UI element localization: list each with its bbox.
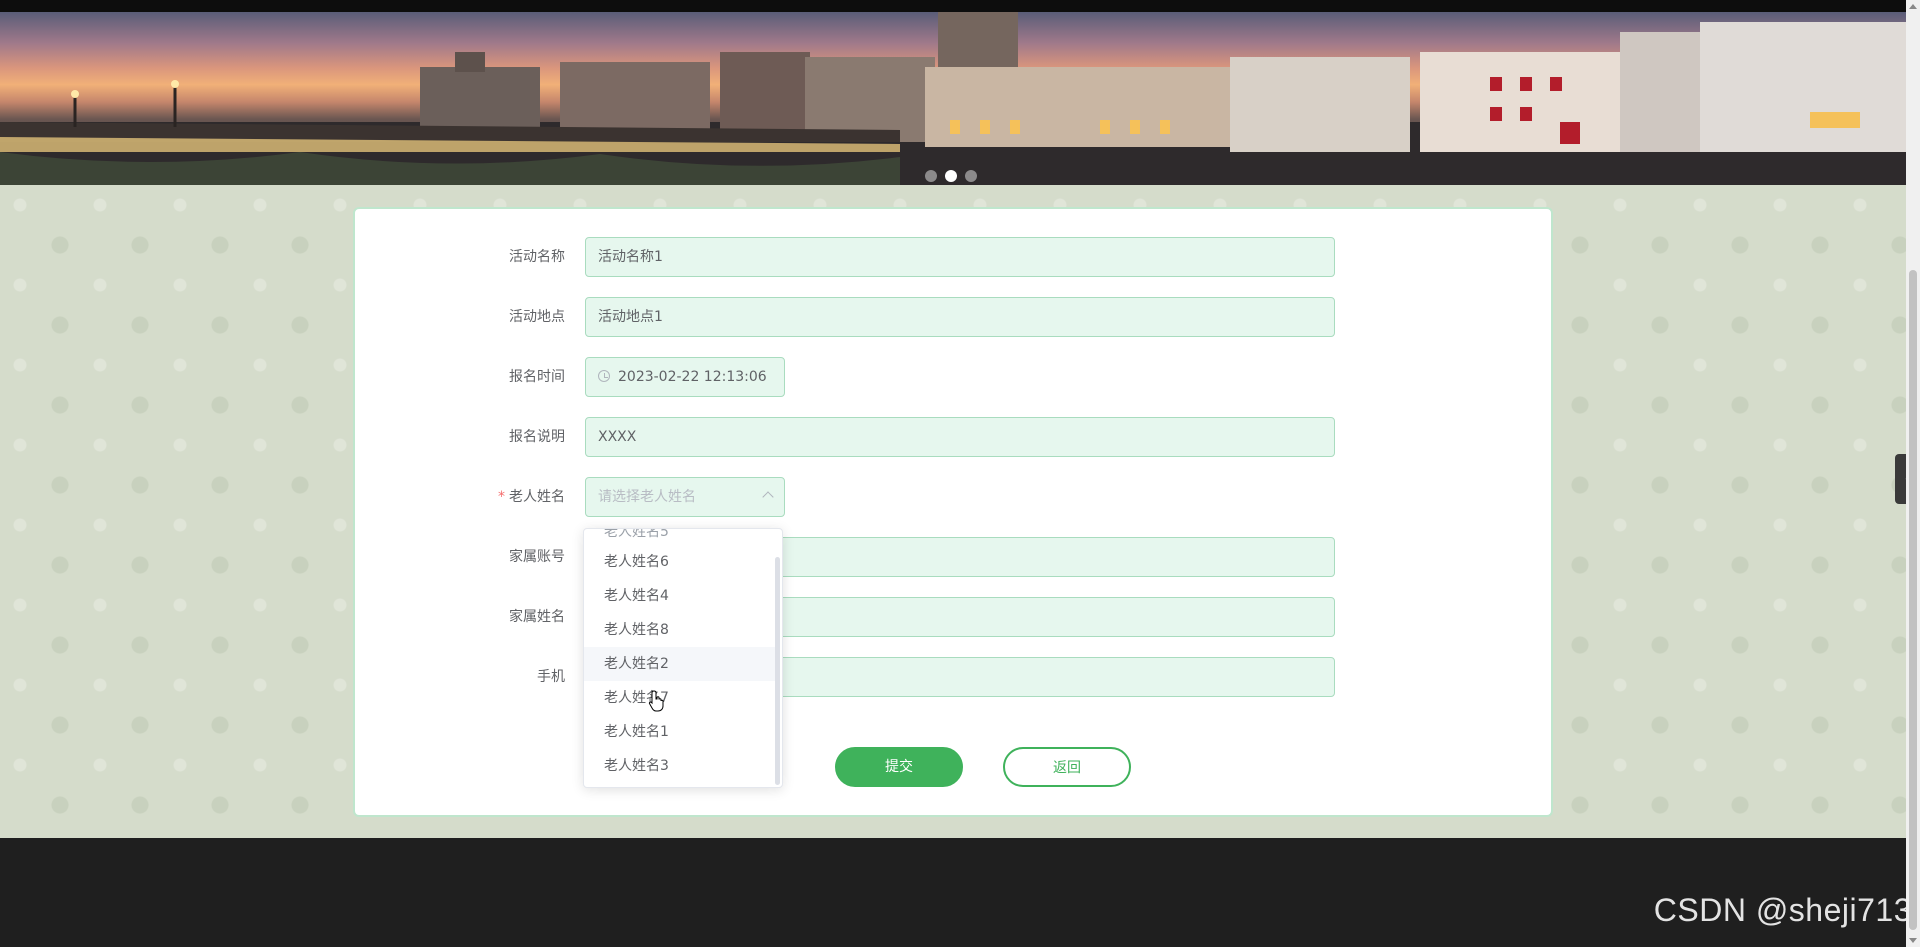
- dropdown-option[interactable]: 老人姓名6: [584, 545, 776, 579]
- signup-time-picker[interactable]: 2023-02-22 12:13:06: [585, 357, 785, 397]
- dropdown-option[interactable]: 老人姓名4: [584, 579, 776, 613]
- label-signup-time: 报名时间: [509, 369, 565, 385]
- back-button[interactable]: 返回: [1003, 747, 1131, 787]
- carousel-dot[interactable]: [965, 170, 977, 182]
- activity-location-input[interactable]: 活动地点1: [585, 297, 1335, 337]
- label-elder-name-text: 老人姓名: [509, 489, 565, 505]
- clock-icon: [598, 370, 610, 382]
- scroll-up-arrow-icon[interactable]: [1909, 4, 1917, 9]
- required-mark: *: [498, 489, 505, 505]
- scrollbar-thumb[interactable]: [1909, 270, 1917, 930]
- page-background: 活动名称 活动名称1 活动地点 活动地点1 报名时间 2023-02-22 12…: [0, 185, 1906, 838]
- elder-name-select[interactable]: 请选择老人姓名: [585, 477, 785, 517]
- top-strip: [0, 0, 1906, 12]
- signup-time-value: 2023-02-22 12:13:06: [618, 369, 767, 385]
- label-activity-location: 活动地点: [509, 309, 565, 325]
- chevron-up-icon: [762, 491, 774, 503]
- scroll-down-arrow-icon[interactable]: [1909, 938, 1917, 943]
- form-card: 活动名称 活动名称1 活动地点 活动地点1 报名时间 2023-02-22 12…: [353, 207, 1553, 817]
- label-phone: 手机: [537, 669, 565, 685]
- banner-image: [0, 12, 1906, 185]
- dropdown-option[interactable]: 老人姓名7: [584, 681, 776, 715]
- signup-description-input[interactable]: XXXX: [585, 417, 1335, 457]
- page-scrollbar[interactable]: [1906, 0, 1920, 947]
- label-signup-description: 报名说明: [509, 429, 565, 445]
- label-family-account: 家属账号: [509, 549, 565, 565]
- dropdown-option[interactable]: 老人姓名3: [584, 749, 776, 783]
- watermark-text: CSDN @sheji713: [1653, 892, 1912, 928]
- activity-name-input[interactable]: 活动名称1: [585, 237, 1335, 277]
- label-family-name: 家属姓名: [509, 609, 565, 625]
- dropdown-option[interactable]: 老人姓名1: [584, 715, 776, 749]
- carousel-dot[interactable]: [925, 170, 937, 182]
- dropdown-scrollbar[interactable]: [775, 557, 780, 785]
- elder-name-dropdown[interactable]: 老人姓名5 老人姓名6 老人姓名4 老人姓名8 老人姓名2 老人姓名7 老人姓名…: [583, 528, 783, 788]
- carousel-dots: [925, 170, 977, 182]
- banner-carousel[interactable]: [0, 12, 1906, 185]
- dropdown-option[interactable]: 老人姓名8: [584, 613, 776, 647]
- submit-button[interactable]: 提交: [835, 747, 963, 787]
- hand-cursor-icon: [648, 690, 664, 712]
- label-activity-name: 活动名称: [509, 249, 565, 265]
- dropdown-option-hovered[interactable]: 老人姓名2: [584, 647, 776, 681]
- page-footer: [0, 838, 1906, 947]
- carousel-dot-active[interactable]: [945, 170, 957, 182]
- elder-name-placeholder: 请选择老人姓名: [598, 489, 696, 505]
- label-elder-name: * 老人姓名: [355, 477, 575, 517]
